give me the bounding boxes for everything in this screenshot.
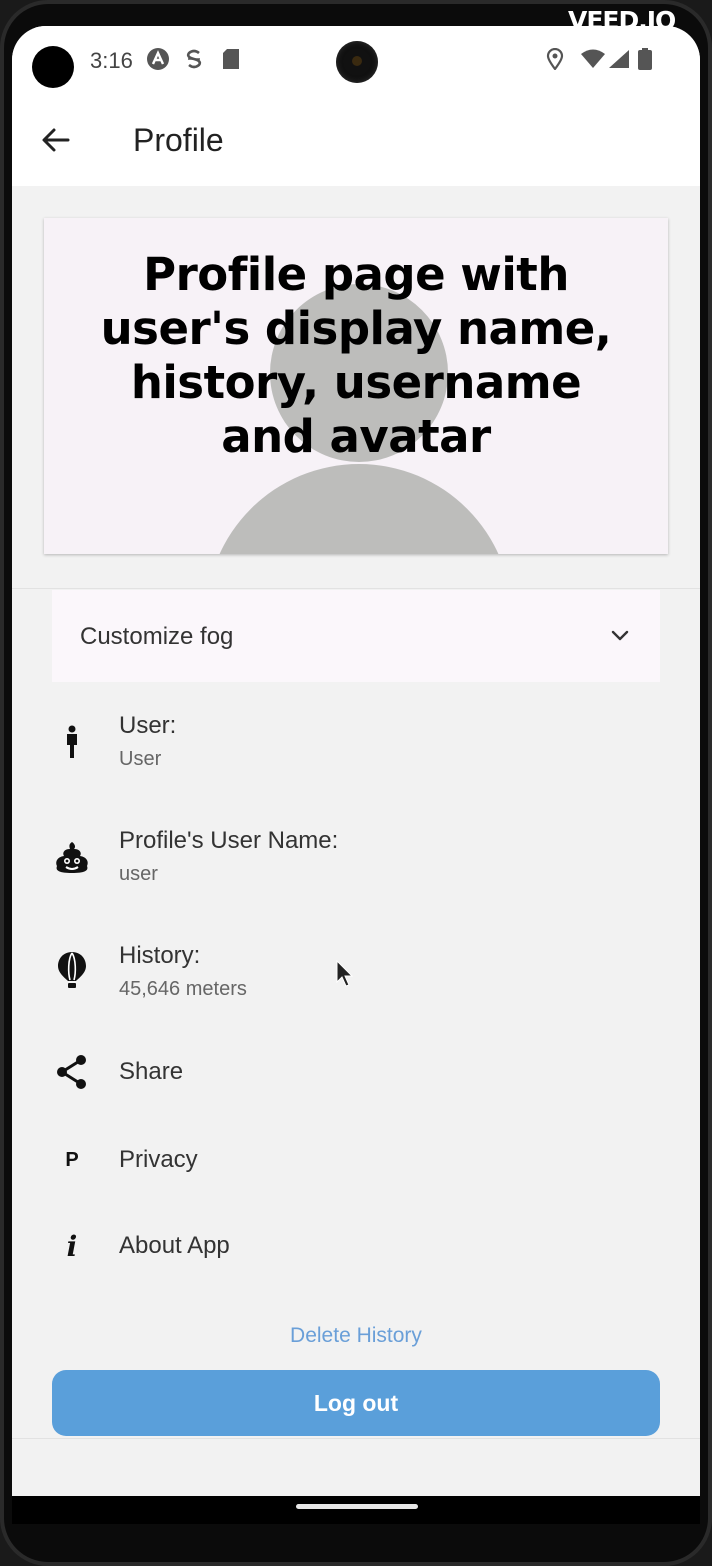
list-item-privacy[interactable]: P Privacy <box>52 1136 660 1184</box>
list-item-share[interactable]: Share <box>52 1048 660 1096</box>
video-overlay-caption: Profile page with user's display name, h… <box>44 248 668 464</box>
delete-history-button[interactable]: Delete History <box>12 1324 700 1348</box>
history-label: History: <box>119 942 201 969</box>
poop-face-icon <box>52 837 92 877</box>
share-icon <box>52 1052 92 1092</box>
list-item-user: User: User <box>52 708 660 778</box>
person-standing-icon <box>52 722 92 762</box>
app-screen: 3:16 Profile Profile page with user's di… <box>12 26 700 1496</box>
bottom-divider <box>12 1438 700 1439</box>
front-camera <box>336 41 378 83</box>
hot-air-balloon-icon <box>52 950 92 990</box>
wifi-icon <box>580 48 606 70</box>
share-label: Share <box>119 1058 184 1085</box>
privacy-label: Privacy <box>119 1146 198 1173</box>
caption-line: user's display name, <box>100 302 612 355</box>
mouse-cursor-icon <box>336 959 354 988</box>
customize-fog-label: Customize fog <box>80 623 234 650</box>
info-icon: i <box>66 1229 78 1263</box>
sd-card-icon <box>222 48 240 70</box>
caption-line: Profile page with <box>143 248 569 301</box>
list-item-username: Profile's User Name: user <box>52 823 660 893</box>
user-value: User <box>119 748 162 770</box>
home-gesture-handle[interactable] <box>296 1504 418 1509</box>
chevron-down-icon <box>608 624 632 648</box>
list-item-about[interactable]: i About App <box>52 1222 660 1270</box>
customize-fog-dropdown[interactable]: Customize fog <box>52 590 660 682</box>
logout-button[interactable]: Log out <box>52 1370 660 1436</box>
username-value: user <box>119 863 158 885</box>
list-item-history: History: 45,646 meters <box>52 938 660 1008</box>
battery-icon <box>638 48 652 70</box>
section-divider <box>12 588 700 589</box>
phone-frame: 3:16 Profile Profile page with user's di… <box>0 0 712 1566</box>
avatar-placeholder-body <box>206 464 512 554</box>
about-label: About App <box>119 1232 230 1259</box>
privacy-p-icon: P <box>65 1148 79 1171</box>
veed-watermark: VEED.IO <box>568 6 676 35</box>
signal-icon <box>608 48 630 70</box>
back-arrow-icon[interactable] <box>38 122 74 158</box>
navigation-bar <box>12 1496 700 1524</box>
status-dot <box>32 46 74 88</box>
user-label: User: <box>119 712 177 739</box>
page-title: Profile <box>133 122 224 158</box>
location-icon <box>546 48 564 70</box>
history-value: 45,646 meters <box>119 978 247 1000</box>
caption-line: history, username <box>130 356 582 409</box>
status-time: 3:16 <box>90 48 133 73</box>
status-bar: 3:16 <box>12 26 700 96</box>
app-s-icon <box>184 48 204 70</box>
app-a-icon <box>146 48 170 70</box>
avatar-card: Profile page with user's display name, h… <box>44 218 668 554</box>
username-label: Profile's User Name: <box>119 827 339 854</box>
app-bar: Profile <box>12 96 700 186</box>
caption-line: and avatar <box>221 410 491 463</box>
